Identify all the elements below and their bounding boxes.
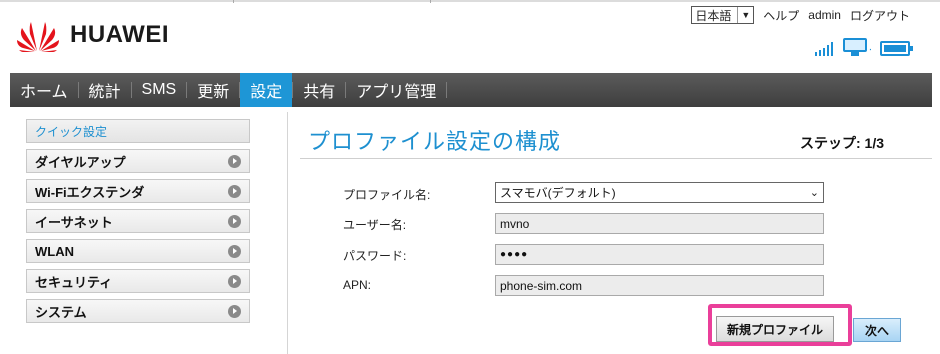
nav-app-management[interactable]: アプリ管理	[346, 73, 446, 107]
help-link[interactable]: ヘルプ	[763, 7, 799, 24]
chevron-right-icon	[228, 154, 241, 168]
chevron-right-icon	[228, 214, 241, 228]
content-divider	[287, 112, 288, 354]
main-nav: ホーム 統計 SMS 更新 設定 共有 アプリ管理	[10, 73, 932, 107]
chevron-right-icon	[228, 184, 241, 198]
nav-update[interactable]: 更新	[187, 73, 239, 107]
profile-name-value: スマモバ(デフォルト)	[500, 186, 616, 200]
sidebar-item-label: システム	[35, 304, 87, 320]
sidebar-item-label: WLAN	[35, 243, 74, 259]
sidebar-item-wlan[interactable]: WLAN	[26, 239, 250, 263]
sidebar-item-label: イーサネット	[35, 214, 113, 230]
apn-label: APN:	[343, 278, 372, 292]
step-indicator: ステップ: 1/3	[800, 135, 885, 151]
sidebar-item-system[interactable]: システム	[26, 299, 250, 323]
huawei-flower-icon	[17, 22, 59, 52]
profile-name-select[interactable]: スマモバ(デフォルト) ⌄	[495, 182, 824, 203]
chevron-down-icon: ▼	[737, 7, 750, 23]
nav-separator	[446, 82, 448, 98]
sidebar-item-label: Wi-Fiエクステンダ	[35, 184, 145, 200]
language-select[interactable]: 日本語 ▼	[691, 6, 755, 24]
brand-name: HUAWEI	[70, 21, 169, 48]
sidebar-item-label: クイック設定	[35, 124, 108, 139]
password-value: ●●●●	[500, 249, 529, 260]
signal-bars-icon	[814, 40, 835, 56]
nav-home[interactable]: ホーム	[10, 73, 78, 107]
sidebar-item-quick-setup[interactable]: クイック設定	[26, 119, 250, 143]
title-divider	[300, 158, 932, 159]
profile-name-label: プロファイル名:	[343, 188, 431, 202]
sidebar-item-security[interactable]: セキュリティ	[26, 269, 250, 293]
battery-icon	[880, 41, 913, 56]
top-rule-mark	[430, 0, 431, 3]
nav-statistics[interactable]: 統計	[79, 73, 131, 107]
apn-field[interactable]: phone-sim.com	[495, 275, 824, 296]
user-link[interactable]: admin	[808, 8, 841, 22]
status-icons: ⋅	[814, 38, 913, 56]
password-label: パスワード:	[343, 249, 407, 263]
chevron-down-icon: ⌄	[809, 187, 819, 199]
chevron-right-icon	[228, 304, 241, 318]
nav-settings[interactable]: 設定	[240, 73, 293, 107]
nav-sharing[interactable]: 共有	[293, 73, 345, 107]
new-profile-button[interactable]: 新規プロファイル	[716, 316, 834, 342]
sidebar-item-label: セキュリティ	[35, 274, 113, 290]
username-label: ユーザー名:	[343, 218, 407, 232]
nav-sms[interactable]: SMS	[132, 73, 187, 107]
top-rule-mark	[233, 0, 234, 3]
chevron-right-icon	[228, 244, 241, 258]
chevron-right-icon	[228, 274, 241, 288]
username-value: mvno	[500, 216, 530, 231]
username-field[interactable]: mvno	[495, 213, 824, 234]
monitor-connected-icon	[842, 38, 867, 56]
logout-link[interactable]: ログアウト	[850, 7, 910, 24]
apn-value: phone-sim.com	[500, 278, 583, 293]
huawei-logo: HUAWEI	[16, 18, 169, 52]
sidebar-item-ethernet[interactable]: イーサネット	[26, 209, 250, 233]
top-links: 日本語 ▼ ヘルプ admin ログアウト	[691, 6, 910, 24]
next-button[interactable]: 次へ	[853, 318, 901, 342]
connection-dots-icon: ⋅	[868, 45, 872, 56]
page-title: プロファイル設定の構成	[308, 130, 562, 155]
password-field[interactable]: ●●●●	[495, 244, 824, 265]
sidebar-item-dialup[interactable]: ダイヤルアップ	[26, 149, 250, 173]
sidebar-item-wifi-extender[interactable]: Wi-Fiエクステンダ	[26, 179, 250, 203]
language-value: 日本語	[695, 8, 732, 23]
top-rule	[0, 0, 940, 2]
sidebar-item-label: ダイヤルアップ	[35, 154, 126, 170]
settings-sidebar: クイック設定 ダイヤルアップ Wi-Fiエクステンダ イーサネット WLAN セ…	[26, 119, 250, 329]
